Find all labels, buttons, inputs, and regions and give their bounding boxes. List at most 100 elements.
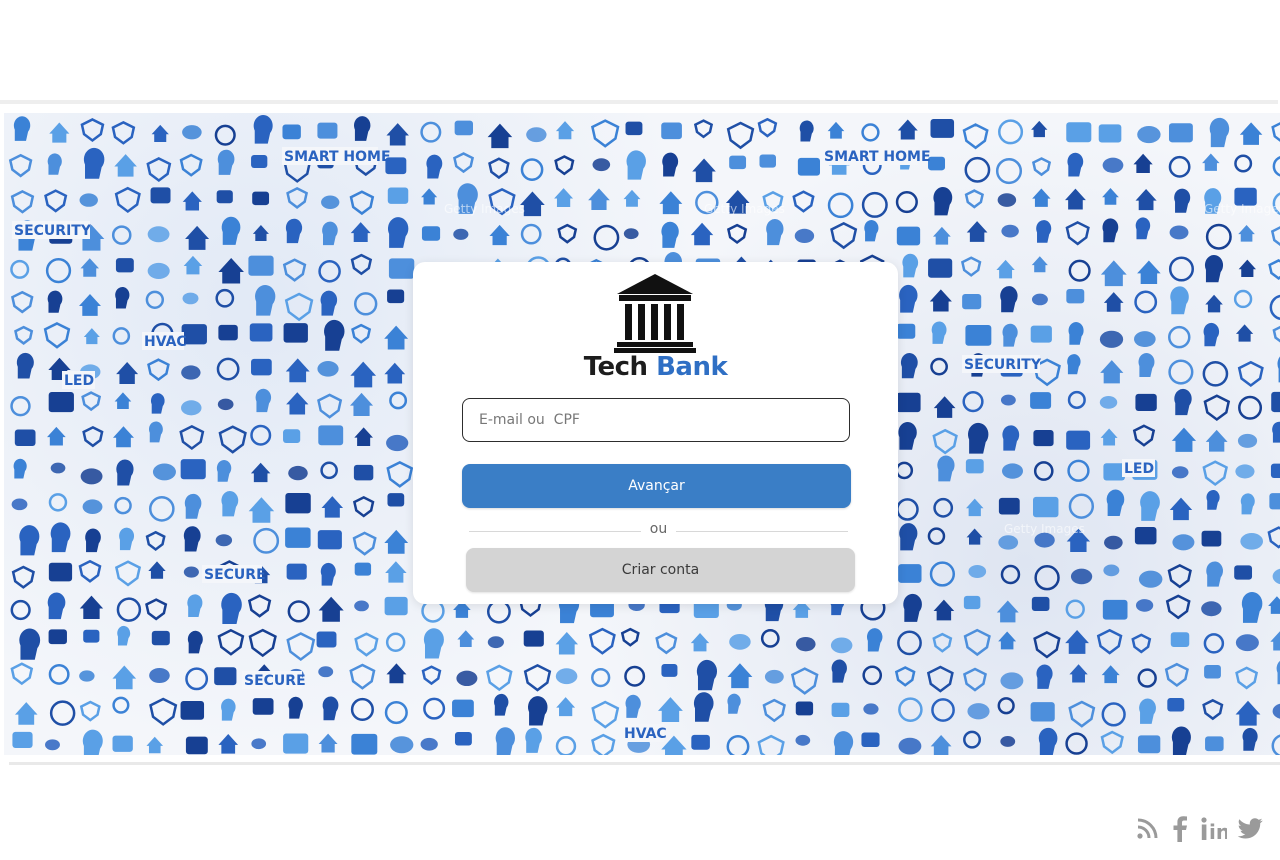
house-icon [1102,188,1119,205]
house-icon [318,733,338,753]
clock-icon [927,527,946,545]
cloud-icon [1201,601,1222,617]
house-icon [966,528,983,545]
screen-icon [180,700,205,720]
shield-icon [179,153,203,177]
shield-icon [44,189,68,213]
house-icon [1133,153,1153,173]
screen-icon [387,187,409,204]
bank-building-icon [614,274,696,353]
email-cpf-input[interactable] [462,398,850,442]
head-icon [217,149,235,175]
house-icon [318,596,344,622]
linkedin-icon[interactable]: in [1200,814,1228,844]
head-icon [16,352,34,379]
house-icon [1169,497,1193,521]
head-icon [150,393,165,414]
screen-icon [1270,463,1280,479]
cloud-icon [1240,533,1264,550]
house-icon [555,121,575,140]
house-icon [49,122,70,143]
head-icon [187,630,203,654]
cloud-icon [354,600,369,612]
house-icon [1031,256,1048,273]
head-icon [1206,489,1220,510]
cloud-icon [181,400,202,416]
clock-icon [898,697,923,722]
house-icon [588,188,610,211]
head-icon [255,388,272,413]
screen-icon [797,157,821,176]
head-icon [766,219,784,246]
cloud-icon [251,738,267,750]
screen-icon [1032,496,1059,518]
clock-icon [1034,565,1060,591]
shield-icon [1202,698,1224,721]
head-icon [255,285,276,316]
cloud-icon [390,736,414,754]
head-icon [1067,354,1081,375]
shield-icon [111,120,136,145]
house-icon [1235,700,1261,726]
head-icon [50,522,71,553]
screen-icon [1102,599,1128,620]
screen-icon [454,120,474,136]
clock-icon [1168,155,1191,178]
head-icon [1241,591,1263,623]
cloud-icon [147,226,170,243]
or-label: ou [649,521,668,537]
head-icon [183,526,201,552]
screen-icon [1168,123,1193,143]
house-icon [385,561,407,583]
screen-icon [1269,493,1280,510]
shield-icon [1065,221,1090,246]
head-icon [119,527,135,551]
facebook-icon[interactable] [1170,814,1190,844]
screen-icon [317,122,338,139]
pattern-label: HVAC [624,726,667,742]
screen-icon [1098,124,1122,143]
house-icon [690,633,710,652]
house-icon [350,361,377,388]
screen-icon [1033,429,1054,447]
head-icon [1203,322,1220,347]
shield-icon [964,189,984,209]
head-icon [19,525,40,556]
shield-icon [757,734,785,755]
shield-icon [830,222,858,250]
cloud-icon [456,670,478,687]
twitter-icon[interactable] [1236,814,1264,844]
shield-icon [963,667,987,692]
cloud-icon [50,462,66,474]
watermark-text: Getty Images [1004,522,1085,536]
house-icon [116,362,139,385]
clock-icon [111,225,132,245]
rss-icon[interactable] [1134,814,1160,844]
clock-icon [253,527,280,554]
head-icon [426,154,443,179]
shield-icon [1100,730,1124,755]
shield-icon [81,391,102,412]
head-icon [661,221,679,248]
screen-icon [898,564,922,583]
screen-icon [452,699,474,718]
cloud-icon [1099,330,1124,348]
shield-icon [1203,394,1231,422]
house-icon [112,665,137,690]
house-icon [112,426,134,448]
screen-icon [1204,665,1221,679]
head-icon [1135,217,1151,240]
screen-icon [421,226,441,241]
cloud-icon [1099,395,1118,409]
house-icon [386,663,407,684]
head-icon [937,455,955,482]
cloud-icon [182,292,199,305]
create-account-button[interactable]: Criar conta [466,548,855,592]
clock-icon [216,357,240,381]
screen-icon [896,323,916,339]
clock-icon [929,561,956,587]
cloud-icon [147,262,170,280]
house-icon [1268,596,1280,614]
screen-icon [285,527,311,548]
next-button[interactable]: Avançar [462,464,851,508]
